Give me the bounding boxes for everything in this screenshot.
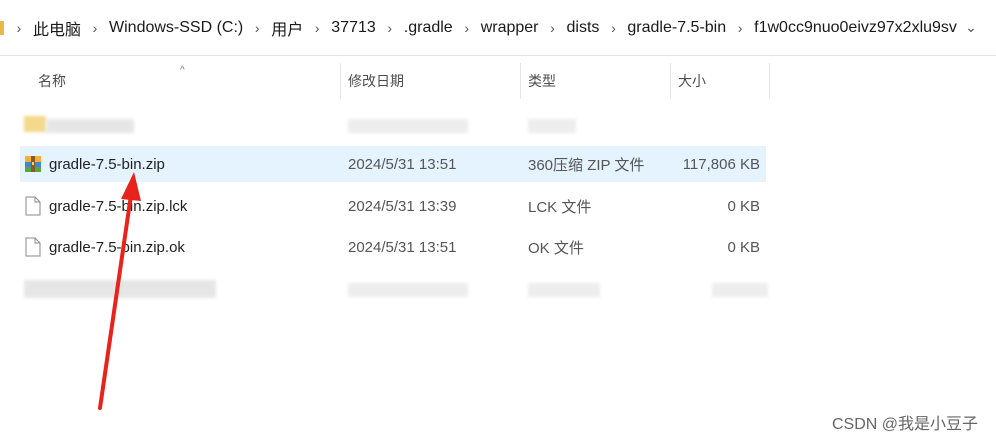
breadcrumb-gradle-bin[interactable]: gradle-7.5-bin bbox=[620, 19, 733, 37]
file-size: 0 KB bbox=[727, 197, 760, 215]
chevron-right-icon[interactable]: › bbox=[546, 20, 560, 36]
file-name: gradle-7.5-bin.zip.lck bbox=[49, 197, 188, 215]
chevron-right-icon[interactable]: › bbox=[606, 20, 620, 36]
file-date: 2024/5/31 13:39 bbox=[348, 197, 457, 215]
column-divider[interactable] bbox=[670, 63, 671, 99]
chevron-right-icon[interactable]: › bbox=[250, 20, 264, 36]
chevron-right-icon[interactable]: › bbox=[733, 20, 747, 36]
file-name: gradle-7.5-bin.zip.ok bbox=[49, 238, 185, 256]
column-header-name[interactable]: 名称 bbox=[38, 63, 338, 99]
column-header-date[interactable]: 修改日期 bbox=[348, 63, 518, 99]
breadcrumb-user-folder[interactable]: 37713 bbox=[324, 19, 383, 37]
column-header-type[interactable]: 类型 bbox=[528, 63, 668, 99]
breadcrumb-dists[interactable]: dists bbox=[560, 19, 607, 37]
breadcrumb-drive-c[interactable]: Windows-SSD (C:) bbox=[102, 19, 250, 37]
file-size: 117,806 KB bbox=[682, 155, 760, 173]
chevron-right-icon[interactable]: › bbox=[88, 20, 102, 36]
column-header-size[interactable]: 大小 bbox=[678, 63, 768, 99]
column-header-name-label: 名称 bbox=[38, 73, 66, 89]
blank-file-icon bbox=[25, 237, 41, 257]
column-header-date-label: 修改日期 bbox=[348, 73, 404, 89]
file-date: 2024/5/31 13:51 bbox=[348, 238, 457, 256]
chevron-down-icon[interactable]: ⌄ bbox=[964, 19, 978, 36]
breadcrumb-gradle[interactable]: .gradle bbox=[397, 19, 460, 37]
column-divider[interactable] bbox=[340, 63, 341, 99]
file-row-zip[interactable]: gradle-7.5-bin.zip 2024/5/31 13:51 360压缩… bbox=[20, 146, 766, 182]
sort-ascending-icon: ^ bbox=[180, 65, 185, 76]
breadcrumb: › 此电脑 › Windows-SSD (C:) › 用户 › 37713 › … bbox=[0, 0, 996, 56]
watermark: CSDN @我是小豆子 bbox=[831, 416, 978, 433]
breadcrumb-this-pc[interactable]: 此电脑 bbox=[26, 16, 88, 40]
folder-icon bbox=[0, 20, 4, 35]
file-explorer-window: › 此电脑 › Windows-SSD (C:) › 用户 › 37713 › … bbox=[0, 0, 996, 444]
breadcrumb-users[interactable]: 用户 bbox=[264, 16, 310, 40]
file-type: 360压缩 ZIP 文件 bbox=[528, 156, 645, 174]
blank-file-icon bbox=[25, 196, 41, 216]
chevron-right-icon[interactable]: › bbox=[460, 20, 474, 36]
breadcrumb-hash-folder[interactable]: f1w0cc9nuo0eivz97x2xlu9sv bbox=[747, 19, 964, 37]
chevron-right-icon[interactable]: › bbox=[383, 20, 397, 36]
column-divider[interactable] bbox=[769, 63, 770, 99]
file-size: 0 KB bbox=[727, 238, 760, 256]
column-divider[interactable] bbox=[520, 63, 521, 99]
file-type: LCK 文件 bbox=[528, 198, 592, 216]
file-type: OK 文件 bbox=[528, 239, 584, 257]
column-header-type-label: 类型 bbox=[528, 73, 556, 89]
column-header-size-label: 大小 bbox=[678, 73, 706, 89]
chevron-right-icon[interactable]: › bbox=[12, 20, 26, 36]
breadcrumb-wrapper[interactable]: wrapper bbox=[474, 19, 546, 37]
zip-archive-icon bbox=[25, 156, 41, 172]
file-row-lck[interactable]: gradle-7.5-bin.zip.lck 2024/5/31 13:39 L… bbox=[20, 188, 766, 224]
file-row-ok[interactable]: gradle-7.5-bin.zip.ok 2024/5/31 13:51 OK… bbox=[20, 229, 766, 265]
chevron-right-icon[interactable]: › bbox=[310, 20, 324, 36]
file-name: gradle-7.5-bin.zip bbox=[49, 155, 165, 173]
column-headers: 名称 ^ 修改日期 类型 大小 bbox=[0, 63, 770, 99]
file-date: 2024/5/31 13:51 bbox=[348, 155, 457, 173]
